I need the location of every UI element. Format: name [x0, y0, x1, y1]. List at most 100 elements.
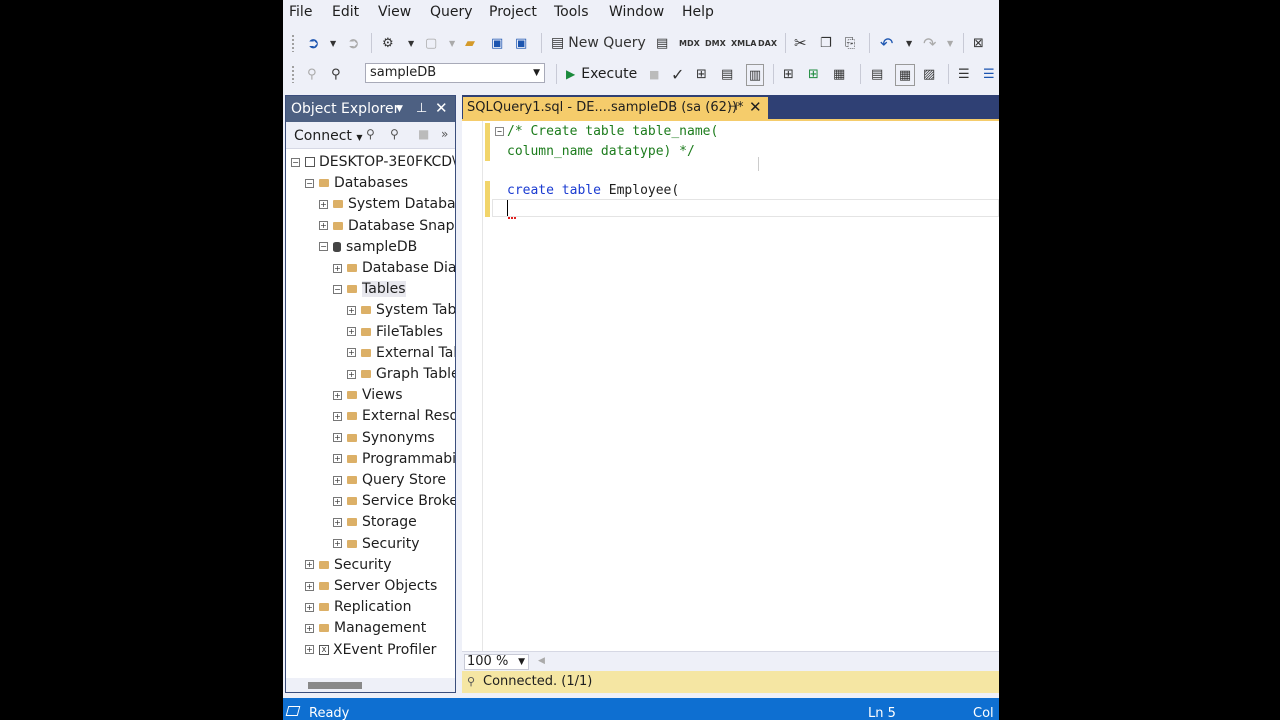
- menu-help[interactable]: Help: [682, 4, 714, 20]
- tree-node[interactable]: + Management: [305, 618, 426, 638]
- expand-icon[interactable]: +: [333, 390, 342, 400]
- change-connection-icon[interactable]: ⚲: [331, 64, 341, 84]
- expand-icon[interactable]: +: [333, 517, 342, 527]
- live-stats-icon[interactable]: ⊞: [808, 64, 819, 84]
- tree-node[interactable]: − sampleDB: [319, 237, 417, 257]
- connect-icon[interactable]: ⚲: [366, 127, 375, 141]
- menu-file[interactable]: File: [289, 4, 312, 20]
- expand-icon[interactable]: +: [305, 581, 314, 591]
- collapse-icon[interactable]: −: [495, 127, 504, 136]
- collapse-icon[interactable]: −: [333, 284, 342, 294]
- menu-project[interactable]: Project: [489, 4, 537, 20]
- results-to-grid-icon[interactable]: ▦: [895, 64, 915, 86]
- scrollbar-thumb[interactable]: [308, 682, 362, 689]
- dmx-query-icon[interactable]: DMX: [705, 33, 726, 53]
- tree-node[interactable]: + FileTables: [347, 322, 443, 342]
- menu-view[interactable]: View: [378, 4, 411, 20]
- tree-node[interactable]: + Query Store: [333, 470, 446, 490]
- menu-window[interactable]: Window: [609, 4, 664, 20]
- tree-node[interactable]: + Synonyms: [333, 428, 435, 448]
- tree-node[interactable]: + External Resources: [333, 406, 455, 426]
- toolbar-grip[interactable]: [291, 34, 295, 52]
- new-query-button[interactable]: ▤ New Query: [551, 33, 646, 53]
- tree-node[interactable]: + Programmability: [333, 449, 455, 469]
- tree-node[interactable]: + Graph Tables: [347, 364, 455, 384]
- expand-icon[interactable]: +: [347, 305, 356, 315]
- tree-node[interactable]: + Service Broker: [333, 491, 455, 511]
- tab-sqlquery1[interactable]: SQLQuery1.sql - DE....sampleDB (sa (62))…: [463, 97, 768, 119]
- dax-query-icon[interactable]: DAX: [758, 33, 777, 53]
- tree-node[interactable]: + Storage: [333, 512, 417, 532]
- tree-node[interactable]: + System Tables: [347, 300, 455, 320]
- tree-node[interactable]: + System Databases: [319, 194, 455, 214]
- available-databases-select[interactable]: sampleDB ▼: [365, 63, 545, 83]
- estimated-plan-icon[interactable]: ⊞: [696, 64, 707, 84]
- results-to-file-icon[interactable]: ▨: [923, 64, 935, 84]
- tree-node[interactable]: + Views: [333, 385, 403, 405]
- actual-plan-icon[interactable]: ⊞: [783, 64, 794, 84]
- execute-button[interactable]: ▶ Execute: [566, 64, 637, 84]
- expand-icon[interactable]: +: [347, 369, 356, 379]
- back-icon[interactable]: ➲: [307, 33, 320, 53]
- parse-check-icon[interactable]: ✓: [671, 64, 684, 84]
- expand-icon[interactable]: +: [347, 327, 356, 337]
- activity-monitor-icon[interactable]: ⊠: [973, 33, 984, 53]
- connect-button[interactable]: Connect ▼: [294, 128, 363, 144]
- scroll-left-icon[interactable]: ◀: [538, 656, 545, 666]
- client-stats-icon[interactable]: ▦: [833, 64, 845, 84]
- save-all-icon[interactable]: ▣: [515, 33, 527, 53]
- code-editor[interactable]: − /* Create table table_name(column_name…: [462, 121, 999, 651]
- comment-lines-icon[interactable]: ☰: [958, 64, 970, 84]
- tree-node[interactable]: + Security: [305, 555, 392, 575]
- tree-node[interactable]: + Server Objects: [305, 576, 437, 596]
- mdx-query-icon[interactable]: MDX: [679, 33, 700, 53]
- overflow-icon[interactable]: »: [441, 127, 448, 141]
- close-icon[interactable]: ✕: [435, 99, 448, 117]
- expand-icon[interactable]: +: [333, 454, 342, 464]
- pin-icon[interactable]: ⊥: [416, 101, 427, 116]
- expand-icon[interactable]: +: [333, 411, 342, 421]
- new-project-icon[interactable]: ⚙: [382, 33, 394, 53]
- menu-query[interactable]: Query: [430, 4, 473, 20]
- menu-tools[interactable]: Tools: [554, 4, 589, 20]
- paste-icon[interactable]: ⎘: [845, 33, 855, 53]
- back-dropdown-icon[interactable]: ▼: [330, 33, 336, 53]
- save-icon[interactable]: ▣: [491, 33, 503, 53]
- copy-icon[interactable]: ❐: [820, 33, 832, 53]
- database-engine-query-icon[interactable]: ▤: [656, 33, 668, 53]
- expand-icon[interactable]: +: [305, 560, 314, 570]
- open-folder-icon[interactable]: ▰: [465, 33, 475, 53]
- collapse-icon[interactable]: −: [305, 178, 314, 188]
- collapse-icon[interactable]: −: [319, 242, 328, 252]
- expand-icon[interactable]: +: [333, 539, 342, 549]
- zoom-select[interactable]: 100 % ▼: [464, 654, 529, 670]
- expand-icon[interactable]: +: [333, 475, 342, 485]
- tree-node[interactable]: + External Tables: [347, 343, 455, 363]
- query-options-icon[interactable]: ▤: [721, 64, 733, 84]
- expand-icon[interactable]: +: [333, 263, 342, 273]
- window-position-dropdown-icon[interactable]: ▼: [396, 104, 403, 114]
- expand-icon[interactable]: +: [333, 496, 342, 506]
- undo-dropdown-icon[interactable]: ▼: [906, 33, 912, 53]
- undo-icon[interactable]: ↶: [880, 33, 893, 53]
- expand-icon[interactable]: +: [319, 199, 328, 209]
- pin-icon[interactable]: ⊣: [728, 100, 738, 113]
- tree-node[interactable]: + Replication: [305, 597, 411, 617]
- tree-node[interactable]: − Tables: [333, 279, 406, 299]
- collapse-icon[interactable]: −: [291, 157, 300, 167]
- close-icon[interactable]: ✕: [749, 98, 762, 116]
- results-to-text-icon[interactable]: ▤: [871, 64, 883, 84]
- tree-node[interactable]: + Database Snapshots: [319, 216, 455, 236]
- expand-icon[interactable]: +: [305, 645, 314, 655]
- new-project-dropdown-icon[interactable]: ▼: [408, 33, 414, 53]
- tree-node[interactable]: − DESKTOP-3E0FKCD\LC: [291, 152, 455, 172]
- tree-node[interactable]: − Databases: [305, 173, 408, 193]
- uncomment-lines-icon[interactable]: ☰: [983, 64, 995, 84]
- tree-node[interactable]: + Security: [333, 534, 420, 554]
- expand-icon[interactable]: +: [305, 623, 314, 633]
- expand-icon[interactable]: +: [347, 348, 356, 358]
- toolbar-grip[interactable]: [291, 65, 295, 83]
- horizontal-scrollbar[interactable]: [286, 678, 455, 692]
- disconnect-icon[interactable]: ⚲: [390, 127, 399, 141]
- expand-icon[interactable]: +: [333, 433, 342, 443]
